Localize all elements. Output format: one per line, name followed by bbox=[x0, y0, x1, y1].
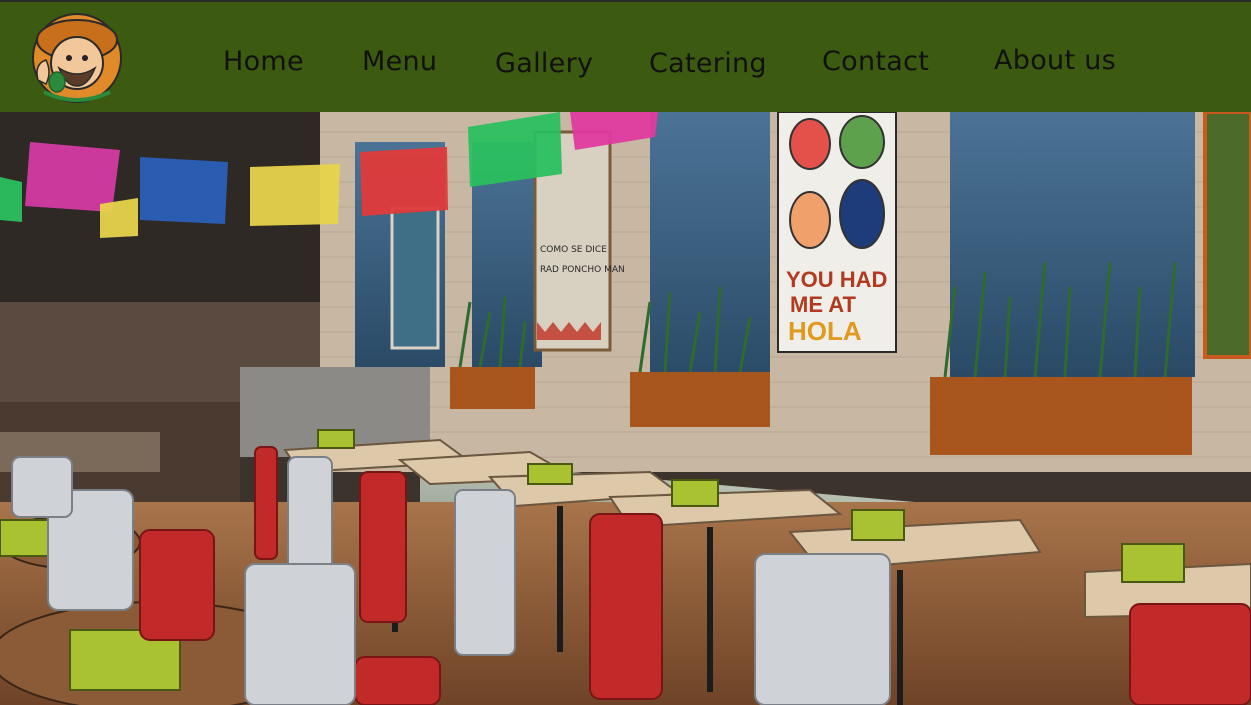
nav-home-link[interactable]: Home bbox=[223, 46, 304, 77]
nav-menu-link[interactable]: Menu bbox=[362, 46, 437, 77]
nav-contact-link[interactable]: Contact bbox=[822, 46, 929, 77]
poster-text-line2: ME AT bbox=[790, 292, 857, 317]
app-window: Home Menu Gallery Catering Contact About… bbox=[0, 0, 1251, 705]
mascot-logo-icon[interactable] bbox=[24, 10, 130, 106]
nav-about-us-link[interactable]: About us bbox=[994, 45, 1116, 76]
poster-text-line1: YOU HAD bbox=[786, 267, 887, 292]
poster-text-line3: HOLA bbox=[788, 316, 862, 346]
top-navigation-bar: Home Menu Gallery Catering Contact About… bbox=[0, 0, 1251, 112]
poster-left-text-1: COMO SE DICE bbox=[540, 245, 607, 255]
poster-left-text-2: RAD PONCHO MAN bbox=[540, 265, 625, 275]
restaurant-interior-hero-image: COMO SE DICE RAD PONCHO MAN YOU HAD ME A… bbox=[0, 112, 1251, 705]
nav-gallery-link[interactable]: Gallery bbox=[495, 48, 593, 79]
nav-catering-link[interactable]: Catering bbox=[649, 48, 767, 79]
